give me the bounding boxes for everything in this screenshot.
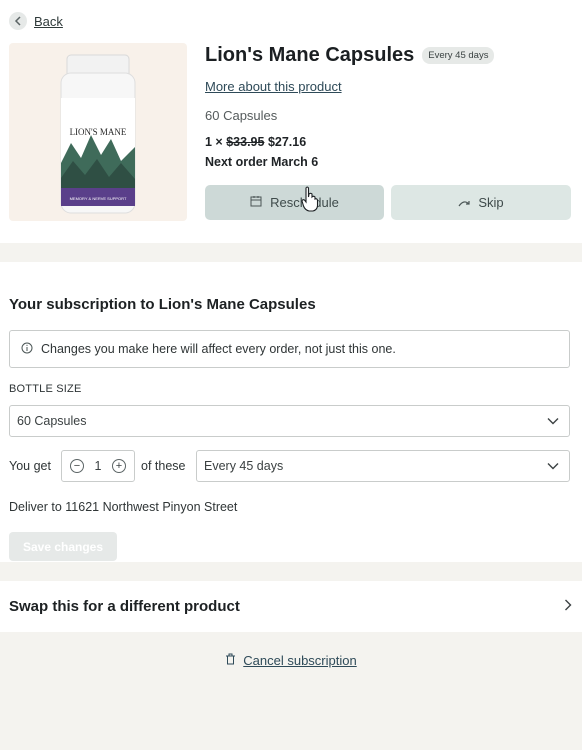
- cancel-subscription-label: Cancel subscription: [243, 653, 357, 668]
- swap-title: Swap this for a different product: [9, 598, 240, 615]
- next-order-date: Next order March 6: [205, 155, 319, 169]
- quantity-prefix: 1 ×: [205, 135, 223, 149]
- chevron-left-icon: [9, 12, 27, 30]
- price-line: 1 × $33.95 $27.16: [205, 135, 570, 149]
- more-about-product-link[interactable]: More about this product: [205, 79, 342, 94]
- delivery-address: Deliver to 11621 Northwest Pinyon Street: [9, 500, 238, 514]
- reschedule-button[interactable]: Reschedule: [205, 185, 384, 220]
- frequency-value: Every 45 days: [204, 459, 284, 473]
- product-title: Lion's Mane Capsules: [205, 44, 415, 66]
- product-image: LION'S MANE MEMORY & NERVE SUPPORT: [9, 43, 187, 221]
- calendar-icon: [250, 195, 262, 210]
- chevron-down-icon: [547, 414, 559, 428]
- quantity-value: 1: [94, 459, 102, 473]
- quantity-stepper: − 1 +: [61, 450, 135, 482]
- chevron-down-icon: [547, 459, 559, 473]
- of-these-label: of these: [141, 459, 186, 473]
- action-buttons: Reschedule Skip: [205, 185, 571, 220]
- info-icon: [21, 342, 33, 357]
- bottle-size-value: 60 Capsules: [17, 414, 87, 428]
- cancel-subscription-link[interactable]: Cancel subscription: [0, 653, 582, 668]
- frequency-badge: Every 45 days: [422, 47, 495, 64]
- old-price: $33.95: [226, 135, 265, 149]
- image-label-line2: MEMORY & NERVE SUPPORT: [70, 196, 127, 201]
- subscription-section: Your subscription to Lion's Mane Capsule…: [0, 262, 582, 562]
- title-row: Lion's Mane Capsules Every 45 days: [205, 44, 570, 67]
- frequency-select[interactable]: Every 45 days: [196, 450, 570, 482]
- skip-label: Skip: [478, 195, 504, 210]
- back-button[interactable]: Back: [9, 12, 63, 30]
- back-label[interactable]: Back: [34, 14, 63, 29]
- product-count: 60 Capsules: [205, 108, 278, 123]
- decrement-button[interactable]: −: [70, 459, 84, 473]
- swap-product-row[interactable]: Swap this for a different product: [0, 581, 582, 632]
- image-label-line1: LION'S MANE: [70, 127, 127, 137]
- save-changes-button[interactable]: Save changes: [9, 532, 117, 561]
- chevron-right-icon: [564, 598, 572, 616]
- you-get-label: You get: [9, 459, 51, 473]
- trash-icon: [225, 653, 236, 668]
- bottle-size-label: BOTTLE SIZE: [9, 383, 82, 395]
- subscription-title: Your subscription to Lion's Mane Capsule…: [9, 296, 316, 313]
- reschedule-label: Reschedule: [270, 195, 339, 210]
- skip-arrow-icon: [458, 195, 470, 210]
- bottle-size-select[interactable]: 60 Capsules: [9, 405, 570, 437]
- new-price: $27.16: [267, 135, 307, 149]
- product-header-section: Back LION'S MANE MEMORY & NERVE SUPPORT …: [0, 0, 582, 243]
- increment-button[interactable]: +: [111, 459, 126, 473]
- notice-text: Changes you make here will affect every …: [41, 342, 396, 356]
- product-info: Lion's Mane Capsules Every 45 days More …: [205, 44, 570, 169]
- skip-button[interactable]: Skip: [391, 185, 571, 220]
- changes-notice: Changes you make here will affect every …: [9, 330, 570, 368]
